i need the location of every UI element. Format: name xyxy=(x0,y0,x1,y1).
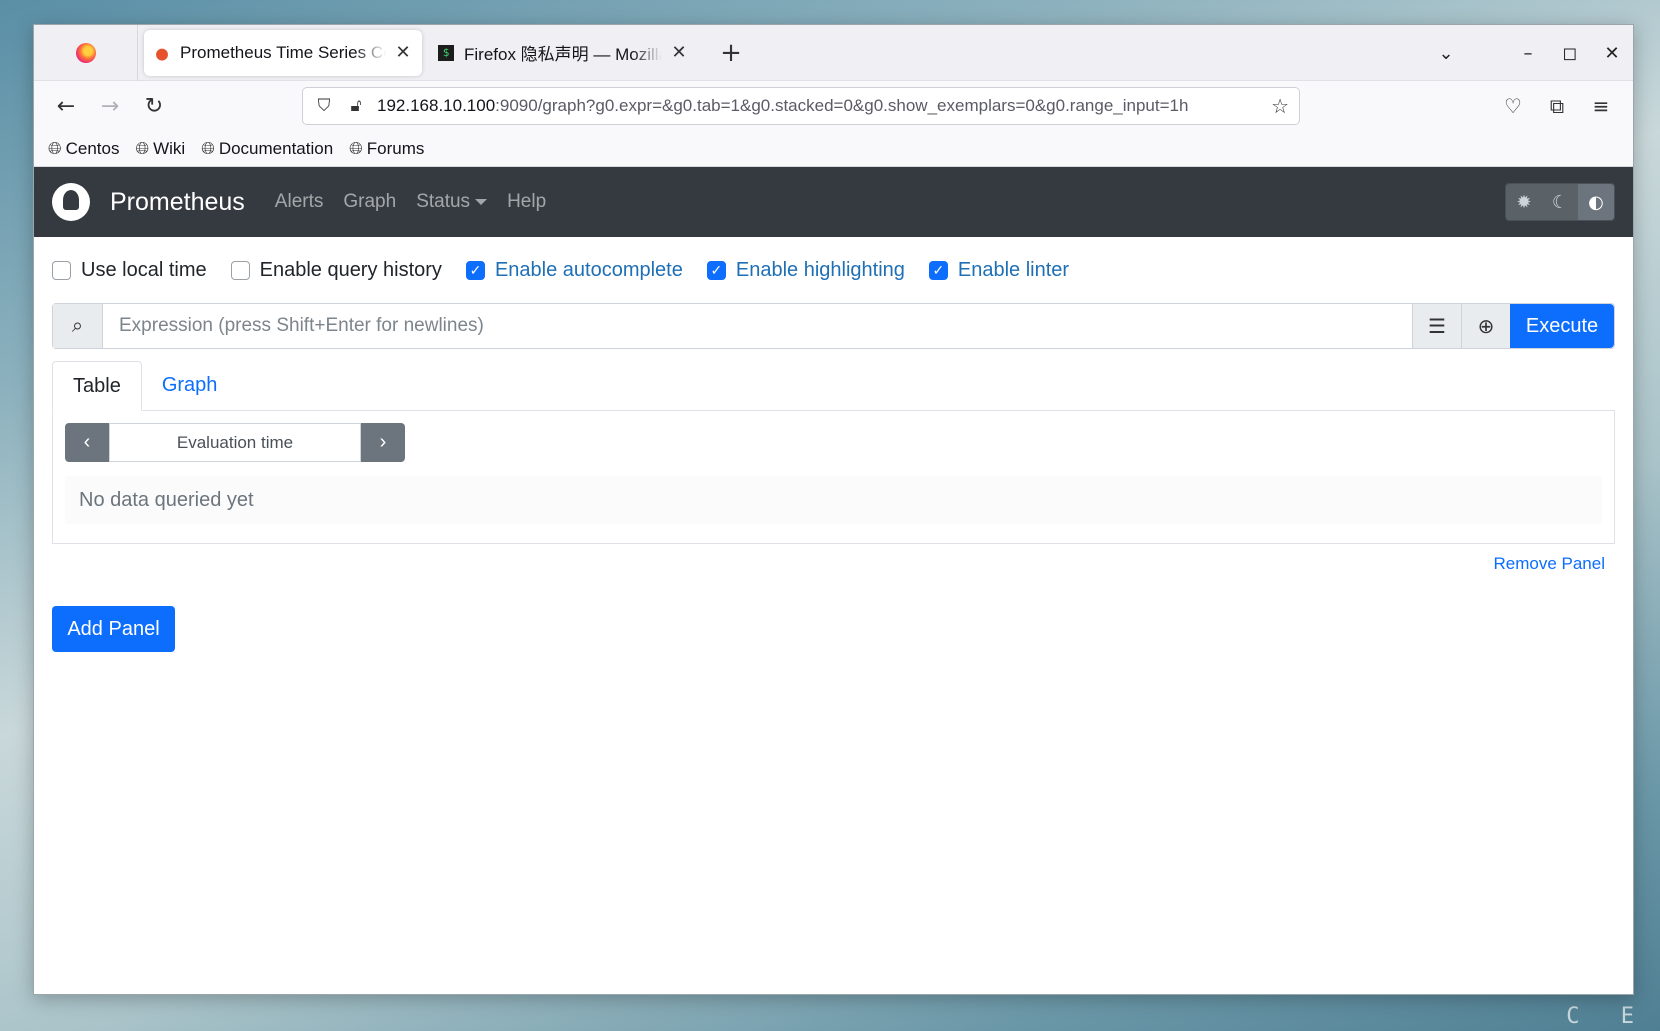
table-panel-body: ‹ Evaluation time › No data queried yet xyxy=(52,411,1615,544)
remove-panel-link[interactable]: Remove Panel xyxy=(1493,554,1605,574)
autocomplete-checkbox[interactable]: ✓ xyxy=(465,260,485,280)
brand-title[interactable]: Prometheus xyxy=(110,188,245,217)
format-expression-icon[interactable]: ☰ xyxy=(1412,304,1461,348)
metrics-explorer-globe-icon[interactable]: ⊕ xyxy=(1461,304,1510,348)
option-label: Use local time xyxy=(81,258,207,281)
tab-table[interactable]: Table xyxy=(52,361,142,411)
auto-theme-contrast-icon[interactable]: ◐ xyxy=(1578,184,1614,220)
expression-input[interactable] xyxy=(103,304,1412,348)
query-history-checkbox[interactable] xyxy=(230,260,250,280)
toolbar-right: ♡ ⧉ ≡ xyxy=(1491,94,1623,118)
globe-icon: 🌐︎ xyxy=(349,138,363,158)
reload-icon[interactable]: ↻ xyxy=(132,94,176,119)
evaluation-time-control: ‹ Evaluation time › xyxy=(65,423,405,462)
execute-button[interactable]: Execute xyxy=(1510,304,1614,348)
maximize-icon[interactable]: ◻ xyxy=(1549,43,1591,64)
bookmark-documentation[interactable]: 🌐︎ Documentation xyxy=(201,139,333,159)
insecure-lock-icon[interactable]: 🔓︎ xyxy=(345,96,367,116)
dark-theme-moon-icon[interactable]: ☾ xyxy=(1542,184,1578,220)
minimize-icon[interactable]: – xyxy=(1507,43,1549,64)
forward-arrow-icon[interactable]: → xyxy=(88,94,132,119)
pocket-icon[interactable]: ♡ xyxy=(1491,94,1535,118)
option-label: Enable highlighting xyxy=(735,258,905,281)
close-window-icon[interactable]: ✕ xyxy=(1591,43,1633,64)
main-content: Use local time Enable query history ✓ En… xyxy=(34,237,1633,652)
option-query-history[interactable]: Enable query history xyxy=(230,258,442,282)
window-controls: ⌄ – ◻ ✕ xyxy=(1425,25,1633,81)
evaluation-time-input[interactable]: Evaluation time xyxy=(109,423,361,462)
option-highlighting[interactable]: ✓ Enable highlighting xyxy=(706,258,905,282)
option-label: Enable linter xyxy=(957,258,1070,281)
bookmark-wiki[interactable]: 🌐︎ Wiki xyxy=(135,139,185,159)
caret-down-icon xyxy=(475,198,488,205)
nav-graph[interactable]: Graph xyxy=(343,191,396,213)
nav-help[interactable]: Help xyxy=(507,191,546,213)
tab-title: Firefox 隐私声明 — Mozilla xyxy=(464,45,662,64)
option-linter[interactable]: ✓ Enable linter xyxy=(928,258,1070,282)
url-path: :9090/graph?g0.expr=&g0.tab=1&g0.stacked… xyxy=(495,96,1189,115)
close-tab-icon[interactable]: ✕ xyxy=(394,42,412,63)
desktop-corner-text: C E xyxy=(1566,1004,1648,1029)
search-icon: ⌕ xyxy=(53,304,103,348)
bookmark-forums[interactable]: 🌐︎ Forums xyxy=(349,139,424,159)
tab-firefox-privacy[interactable]: $ Firefox 隐私声明 — Mozilla ✕ xyxy=(428,30,698,76)
extensions-icon[interactable]: ⧉ xyxy=(1535,94,1579,118)
shield-icon[interactable]: ⛉ xyxy=(313,96,335,116)
navigation-toolbar: ← → ↻ ⛉ 🔓︎ 192.168.10.100 :9090/graph?g0… xyxy=(34,81,1633,131)
option-local-time[interactable]: Use local time xyxy=(52,259,207,282)
option-label: Enable query history xyxy=(259,258,442,281)
add-panel-button[interactable]: Add Panel xyxy=(52,606,175,652)
list-all-tabs-icon[interactable]: ⌄ xyxy=(1425,43,1467,64)
browser-window: Prometheus Time Series Collection and Pr… xyxy=(33,24,1634,995)
option-label: Enable autocomplete xyxy=(494,258,683,281)
panel-tabs: Table Graph xyxy=(52,361,1615,411)
local-time-checkbox[interactable] xyxy=(52,260,71,280)
firefox-view-button[interactable] xyxy=(34,25,138,81)
globe-icon: 🌐︎ xyxy=(48,138,62,158)
prometheus-favicon-icon xyxy=(154,44,170,61)
tab-prometheus[interactable]: Prometheus Time Series Collection and Pr… xyxy=(144,29,422,76)
bookmark-centos[interactable]: 🌐︎ Centos xyxy=(48,139,119,159)
terminal-favicon-icon: $ xyxy=(438,44,454,61)
back-arrow-icon[interactable]: ← xyxy=(44,94,88,119)
linter-checkbox[interactable]: ✓ xyxy=(928,260,948,280)
bookmark-star-icon[interactable]: ☆ xyxy=(1271,94,1289,119)
firefox-logo-icon xyxy=(75,42,96,63)
tab-strip: Prometheus Time Series Collection and Pr… xyxy=(34,25,1633,81)
prometheus-logo-icon[interactable] xyxy=(52,183,90,221)
options-row: Use local time Enable query history ✓ En… xyxy=(52,237,1615,303)
bookmark-label: Documentation xyxy=(218,138,334,158)
previous-time-chevron-icon[interactable]: ‹ xyxy=(65,423,109,462)
tab-title: Prometheus Time Series Collection and Pr… xyxy=(180,42,386,62)
menu-icon[interactable]: ≡ xyxy=(1579,94,1623,118)
next-time-chevron-icon[interactable]: › xyxy=(361,423,405,462)
prometheus-navbar: Prometheus Alerts Graph Status Help ✹ ☾ … xyxy=(34,167,1633,237)
nav-status-label: Status xyxy=(416,191,471,212)
bookmark-label: Forums xyxy=(366,138,425,158)
theme-toggle-group: ✹ ☾ ◐ xyxy=(1505,183,1615,221)
light-theme-sun-icon[interactable]: ✹ xyxy=(1506,184,1542,220)
nav-status-dropdown[interactable]: Status xyxy=(416,191,488,213)
new-tab-button[interactable]: + xyxy=(716,38,746,68)
bookmark-label: Centos xyxy=(65,138,120,158)
option-autocomplete[interactable]: ✓ Enable autocomplete xyxy=(465,258,683,282)
nav-alerts[interactable]: Alerts xyxy=(275,191,324,213)
url-host: 192.168.10.100 xyxy=(377,96,496,115)
bookmarks-toolbar: 🌐︎ Centos 🌐︎ Wiki 🌐︎ Documentation 🌐︎ Fo… xyxy=(34,131,1633,167)
url-bar[interactable]: ⛉ 🔓︎ 192.168.10.100 :9090/graph?g0.expr=… xyxy=(302,87,1300,125)
globe-icon: 🌐︎ xyxy=(201,138,215,158)
highlighting-checkbox[interactable]: ✓ xyxy=(706,260,726,280)
no-data-message: No data queried yet xyxy=(65,476,1602,524)
remove-panel-row: Remove Panel xyxy=(52,544,1615,584)
globe-icon: 🌐︎ xyxy=(135,138,150,158)
expression-bar: ⌕ ☰ ⊕ Execute xyxy=(52,303,1615,349)
close-tab-icon[interactable]: ✕ xyxy=(670,42,688,63)
tab-graph[interactable]: Graph xyxy=(142,360,238,410)
bookmark-label: Wiki xyxy=(153,138,186,158)
